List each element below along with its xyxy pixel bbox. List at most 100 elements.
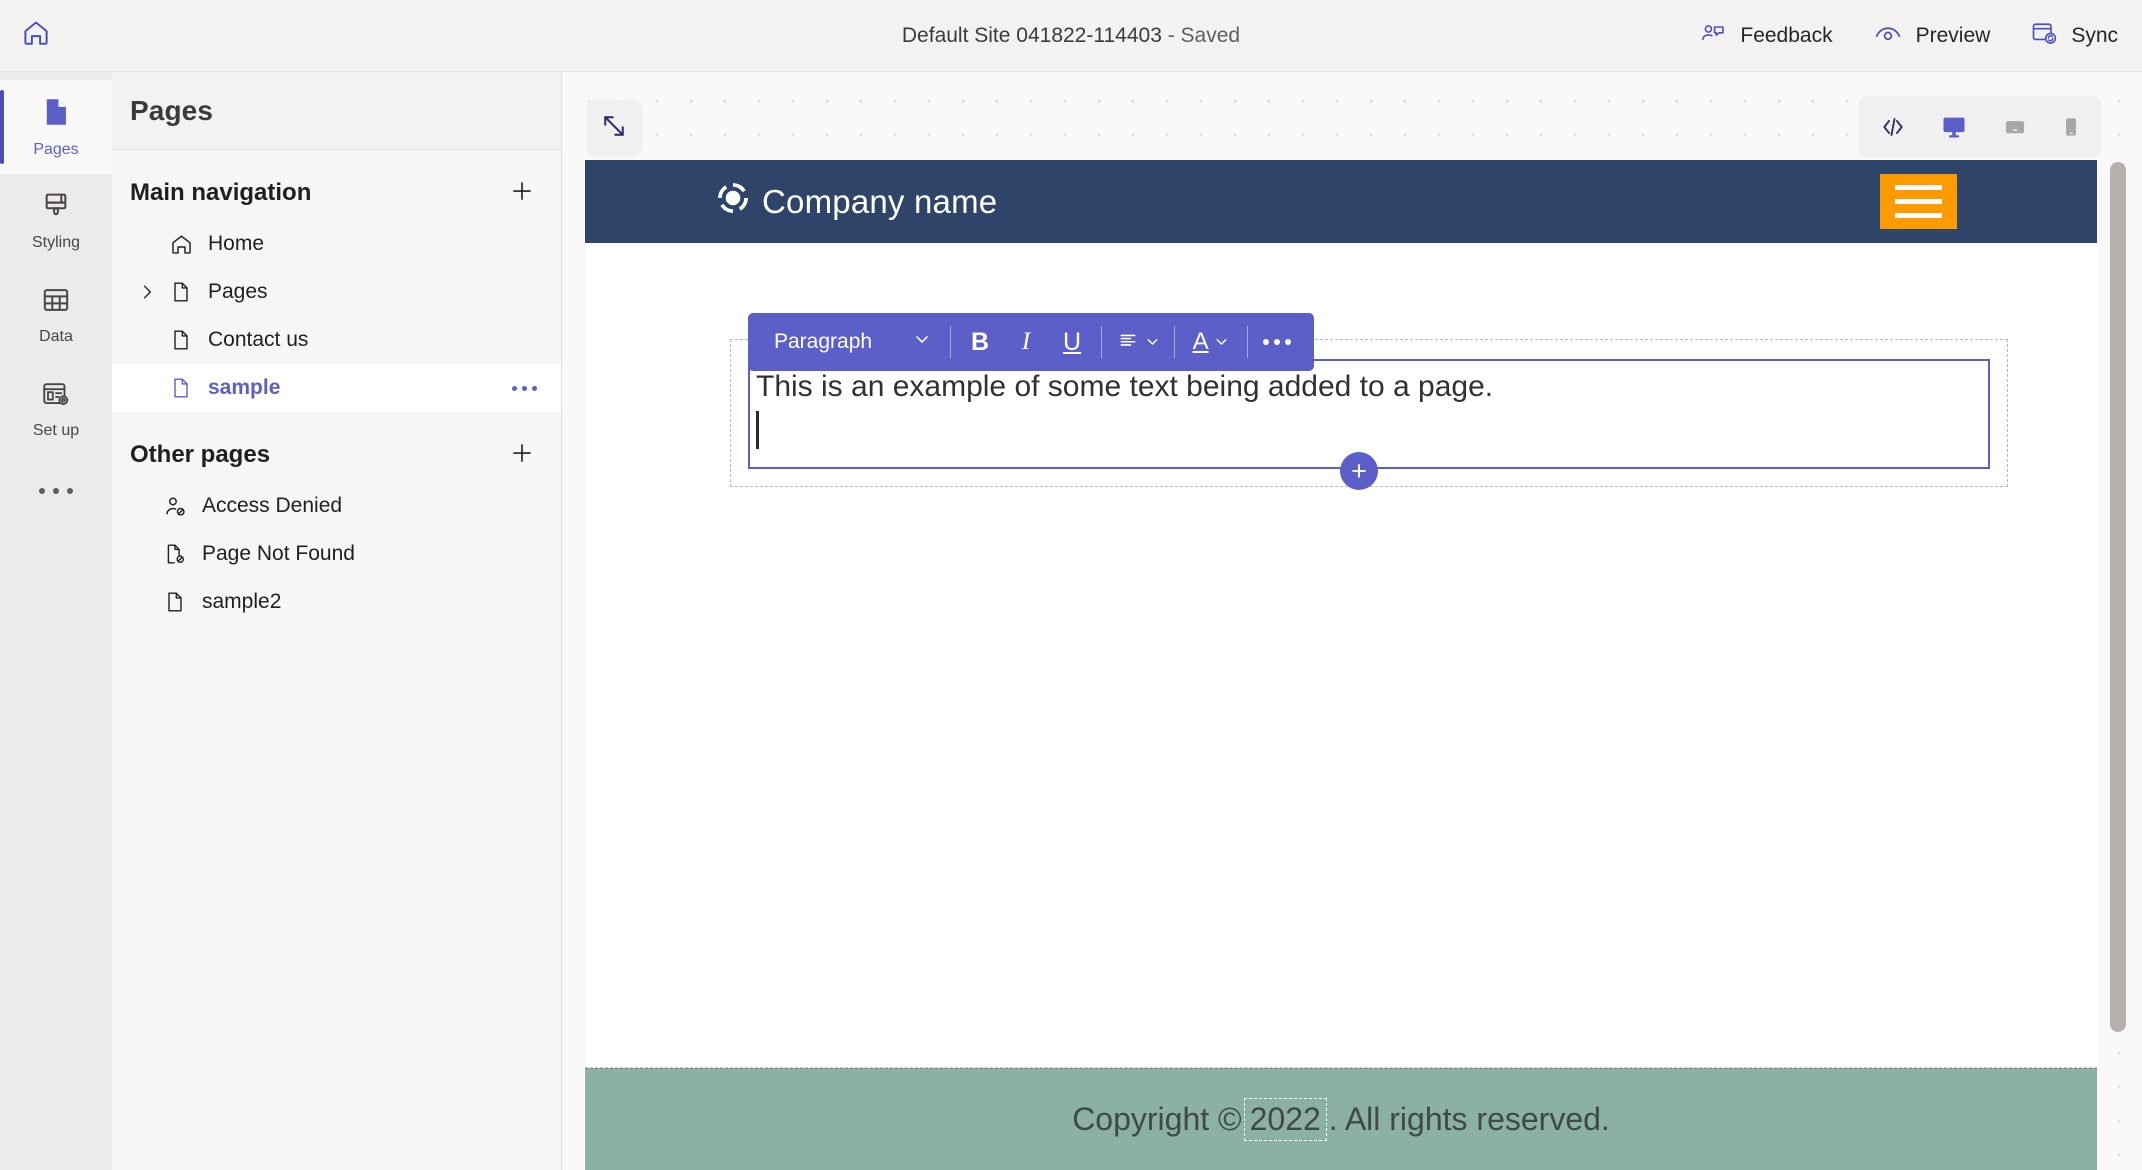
pages-panel: Pages Main navigation Home Pages Contact… [112,72,562,1170]
sync-button[interactable]: Sync [2030,19,2118,53]
toolbar-divider [1174,326,1176,358]
nav-item-contact-us[interactable]: Contact us [112,316,561,364]
scrollbar-thumb[interactable] [2110,162,2126,1032]
expand-canvas-button[interactable] [586,100,642,156]
title-separator: - [1161,23,1181,47]
hamburger-menu-icon-bar [1895,199,1942,204]
site-header-band: Company name [585,160,2097,243]
nav-item-home[interactable]: Home [112,220,561,268]
rail-label-styling: Styling [31,234,81,251]
align-dropdown-button[interactable] [1108,319,1168,365]
rich-text-toolbar: Paragraph B I U A [748,313,1315,371]
text-cursor-caret [756,410,759,449]
site-brand[interactable]: Company name [714,179,997,225]
feedback-button[interactable]: Feedback [1700,20,1833,53]
phone-icon[interactable] [2060,112,2082,142]
company-name-text: Company name [762,182,998,220]
more-ellipsis-icon [1263,339,1292,345]
rail-item-data[interactable]: Data [0,268,112,362]
eye-preview-icon [1873,18,1903,54]
plus-circle-icon: + [1351,455,1367,486]
site-canvas: Company name Paragraph B I U A This is a… [562,72,2142,1170]
footer-year-field[interactable]: 2022 [1243,1098,1327,1141]
feedback-person-chat-icon [1700,20,1727,53]
monitor-icon[interactable] [1938,113,1970,141]
panel-header: Pages [112,72,561,150]
nav-label-page-not-found: Page Not Found [202,542,355,565]
chevron-down-icon [912,329,932,355]
site-body-section: Paragraph B I U A This is an example of … [585,243,2097,1068]
rail-item-styling[interactable]: Styling [0,174,112,268]
page-outline-icon [164,376,198,400]
page-outline-icon [158,590,192,614]
save-state-text: Saved [1180,23,1241,47]
ellipsis-icon-dot [53,488,59,494]
more-ellipsis-icon-dot [522,385,527,391]
rail-label-pages: Pages [33,141,79,158]
nav-item-sample-more-button[interactable] [506,380,543,397]
font-color-label: A [1192,328,1209,355]
expand-diagonal-icon [599,111,629,146]
toolbar-divider [950,326,952,358]
add-main-navigation-page-button[interactable] [505,176,539,210]
group-header-main-navigation: Main navigation [112,150,561,220]
chevron-right-icon[interactable] [130,282,164,302]
rich-text-content: This is an example of some text being ad… [756,370,1494,403]
code-brackets-icon[interactable] [1878,114,1908,140]
ellipsis-icon-dot [39,488,45,494]
person-denied-icon [158,494,192,519]
footer-copyright: Copyright © 2022. All rights reserved. [1072,1098,1610,1141]
nav-label-contact-us: Contact us [208,328,309,351]
site-menu-button[interactable] [1880,174,1957,229]
toolbar-divider [1101,326,1103,358]
nav-label-pages: Pages [208,280,268,303]
page-outline-icon [164,328,198,352]
nav-item-pages[interactable]: Pages [112,268,561,316]
font-color-dropdown-button[interactable]: A [1181,319,1241,365]
chevron-down-icon [1144,328,1161,357]
preview-button[interactable]: Preview [1873,18,1990,54]
plus-icon [509,178,535,209]
add-section-button[interactable]: + [1340,452,1378,490]
rail-item-setup[interactable]: Set up [0,362,112,456]
rail-label-data: Data [39,328,73,345]
toolbar-divider [1247,326,1249,358]
more-options-button[interactable] [1254,319,1300,365]
setup-gear-window-icon [40,378,72,415]
nav-item-page-not-found[interactable]: Page Not Found [112,530,561,578]
nav-item-sample2[interactable]: sample2 [112,578,561,626]
nav-label-home: Home [208,232,265,255]
underline-label: U [1063,327,1082,356]
table-grid-icon [40,284,72,321]
page-preview-frame: Company name Paragraph B I U A This is a… [585,160,2097,1170]
sync-browser-icon [2030,19,2058,53]
ellipsis-icon-dot [67,488,73,494]
add-other-page-button[interactable] [505,438,539,472]
nav-label-access-denied: Access Denied [202,494,343,517]
paragraph-style-dropdown[interactable]: Paragraph [762,329,944,355]
home-button[interactable] [0,0,72,72]
paragraph-style-label: Paragraph [774,330,873,353]
underline-button[interactable]: U [1049,319,1095,365]
more-ellipsis-icon-dot [512,385,517,391]
home-icon [21,18,51,53]
bold-label: B [971,327,990,356]
rail-overflow-button[interactable] [0,456,112,526]
page-outline-icon [164,280,198,304]
left-icon-rail: Pages Styling Data Set up [0,72,112,1170]
rail-item-pages[interactable]: Pages [0,80,112,174]
device-preview-toolbar [1858,96,2102,158]
group-title-other-pages: Other pages [130,441,271,468]
hamburger-menu-icon-bar [1895,185,1942,190]
tablet-icon[interactable] [2000,114,2030,140]
rich-text-block[interactable]: This is an example of some text being ad… [748,359,1990,469]
nav-label-sample: sample [208,376,281,399]
sync-label: Sync [2071,24,2118,47]
italic-button[interactable]: I [1003,319,1049,365]
nav-item-access-denied[interactable]: Access Denied [112,482,561,530]
page-denied-icon [158,542,192,566]
canvas-vertical-scrollbar[interactable] [2110,160,2126,1170]
bold-button[interactable]: B [957,319,1003,365]
nav-item-sample[interactable]: sample [112,364,561,412]
feedback-label: Feedback [1740,24,1833,47]
